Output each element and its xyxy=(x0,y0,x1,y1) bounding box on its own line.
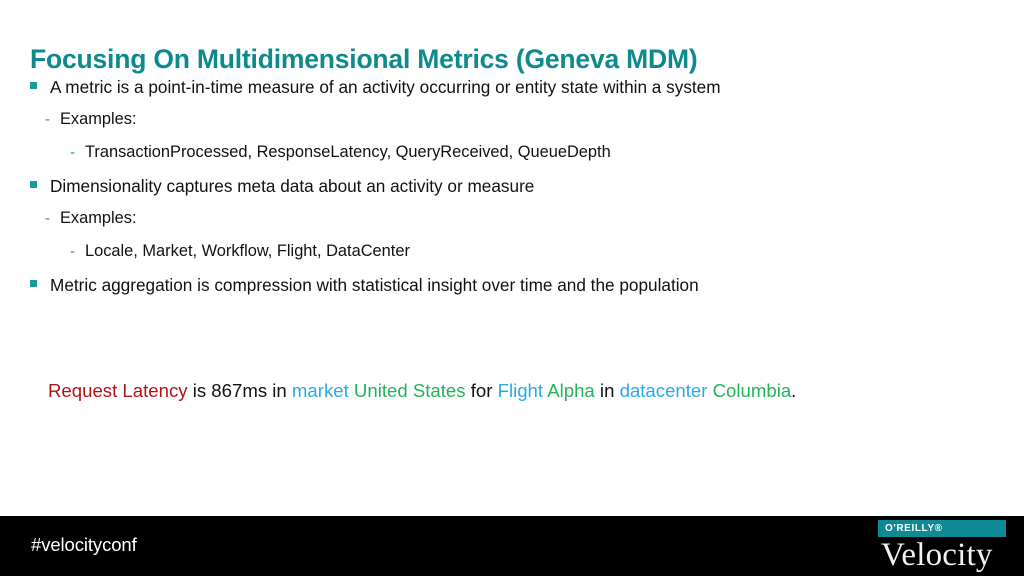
bullet-label: A metric is a point-in-time measure of a… xyxy=(50,77,721,97)
bullet-label: Metric aggregation is compression with s… xyxy=(50,275,699,295)
dash-bullet-icon: - xyxy=(70,144,75,161)
square-bullet-icon xyxy=(30,280,37,287)
bullet-label: Locale, Market, Workflow, Flight, DataCe… xyxy=(85,242,410,260)
bullet-label: TransactionProcessed, ResponseLatency, Q… xyxy=(85,143,611,161)
bullet-item: Dimensionality captures meta data about … xyxy=(0,176,1024,209)
bullet-item: A metric is a point-in-time measure of a… xyxy=(0,77,1024,110)
dash-bullet-icon: - xyxy=(45,210,50,227)
sentence-segment-plain: in xyxy=(594,380,620,401)
velocity-wordmark: Velocity xyxy=(881,537,993,573)
sentence-segment-plain: is 867ms in xyxy=(187,380,292,401)
bullet-label: Dimensionality captures meta data about … xyxy=(50,176,535,196)
bullet-label: Examples: xyxy=(60,209,137,227)
bullet-item: - TransactionProcessed, ResponseLatency, … xyxy=(0,143,1024,176)
example-sentence: Request Latency is 867ms in market Unite… xyxy=(48,380,796,402)
sentence-segment-value: Columbia xyxy=(712,380,792,401)
slide-canvas: Focusing On Multidimensional Metrics (Ge… xyxy=(0,0,1024,576)
sentence-segment-metric: Request Latency xyxy=(48,380,188,401)
sentence-segment-dimension: market xyxy=(291,380,349,401)
oreilly-bar: O'REILLY® xyxy=(878,520,1006,537)
page-title: Focusing On Multidimensional Metrics (Ge… xyxy=(30,43,698,74)
sentence-segment-value: United States xyxy=(353,380,466,401)
slide-footer: #velocityconf O'REILLY® Velocity xyxy=(0,516,1024,576)
bullet-item: - Examples: xyxy=(0,110,1024,143)
dash-bullet-icon: - xyxy=(45,111,50,128)
sentence-segment-dimension: Flight xyxy=(497,380,544,401)
square-bullet-icon xyxy=(30,82,37,89)
oreilly-wordmark: O'REILLY® xyxy=(885,523,943,534)
bullet-item: - Examples: xyxy=(0,209,1024,242)
square-bullet-icon xyxy=(30,181,37,188)
bullet-item: Metric aggregation is compression with s… xyxy=(0,275,1024,308)
sentence-segment-plain: . xyxy=(791,380,797,401)
bullet-label: Examples: xyxy=(60,110,137,128)
bullet-item: - Locale, Market, Workflow, Flight, DataC… xyxy=(0,242,1024,275)
sentence-segment-dimension: datacenter xyxy=(619,380,708,401)
conference-hashtag: #velocityconf xyxy=(31,534,137,555)
dash-bullet-icon: - xyxy=(70,243,75,260)
sentence-segment-plain: for xyxy=(465,380,498,401)
sentence-segment-value: Alpha xyxy=(547,380,595,401)
bullet-list: A metric is a point-in-time measure of a… xyxy=(0,77,1024,308)
velocity-logo: O'REILLY® Velocity xyxy=(878,520,1006,573)
